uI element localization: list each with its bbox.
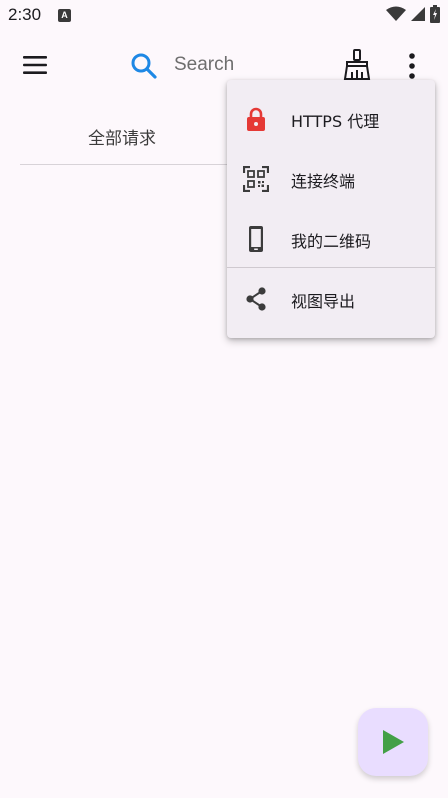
overflow-menu: HTTPS 代理 连接终端 我的二维码 视图导出 xyxy=(227,80,435,338)
menu-item-https-proxy[interactable]: HTTPS 代理 xyxy=(227,88,435,148)
hamburger-menu-icon xyxy=(23,56,47,74)
status-icons xyxy=(386,5,440,23)
more-vert-icon[interactable] xyxy=(398,50,426,82)
battery-icon xyxy=(430,5,440,23)
menu-item-label: 我的二维码 xyxy=(291,232,372,251)
tab-divider xyxy=(20,164,240,165)
menu-item-export-view[interactable]: 视图导出 xyxy=(227,268,435,328)
tab-label: 全部请求 xyxy=(88,129,156,149)
status-bar: 2:30 A xyxy=(0,0,448,32)
status-time: 2:30 xyxy=(8,5,42,24)
menu-item-label: 视图导出 xyxy=(291,292,356,311)
signal-icon xyxy=(411,7,425,21)
menu-button[interactable] xyxy=(18,48,52,82)
app-notification-icon: A xyxy=(58,9,71,22)
phone-icon xyxy=(249,226,263,252)
menu-item-my-qrcode[interactable]: 我的二维码 xyxy=(227,208,435,268)
qr-scan-icon xyxy=(243,166,269,192)
tab-all-requests[interactable]: 全部请求 xyxy=(20,104,224,164)
play-icon xyxy=(383,730,404,754)
share-icon xyxy=(246,287,266,311)
menu-item-label: 连接终端 xyxy=(291,172,356,191)
broom-icon[interactable] xyxy=(340,48,374,82)
search-icon[interactable] xyxy=(130,52,158,80)
wifi-icon xyxy=(386,6,406,21)
lock-icon xyxy=(247,107,265,131)
menu-item-label: HTTPS 代理 xyxy=(291,112,380,131)
start-capture-fab[interactable] xyxy=(358,708,428,776)
menu-item-connect-terminal[interactable]: 连接终端 xyxy=(227,148,435,208)
search-input[interactable]: Search xyxy=(174,54,234,76)
